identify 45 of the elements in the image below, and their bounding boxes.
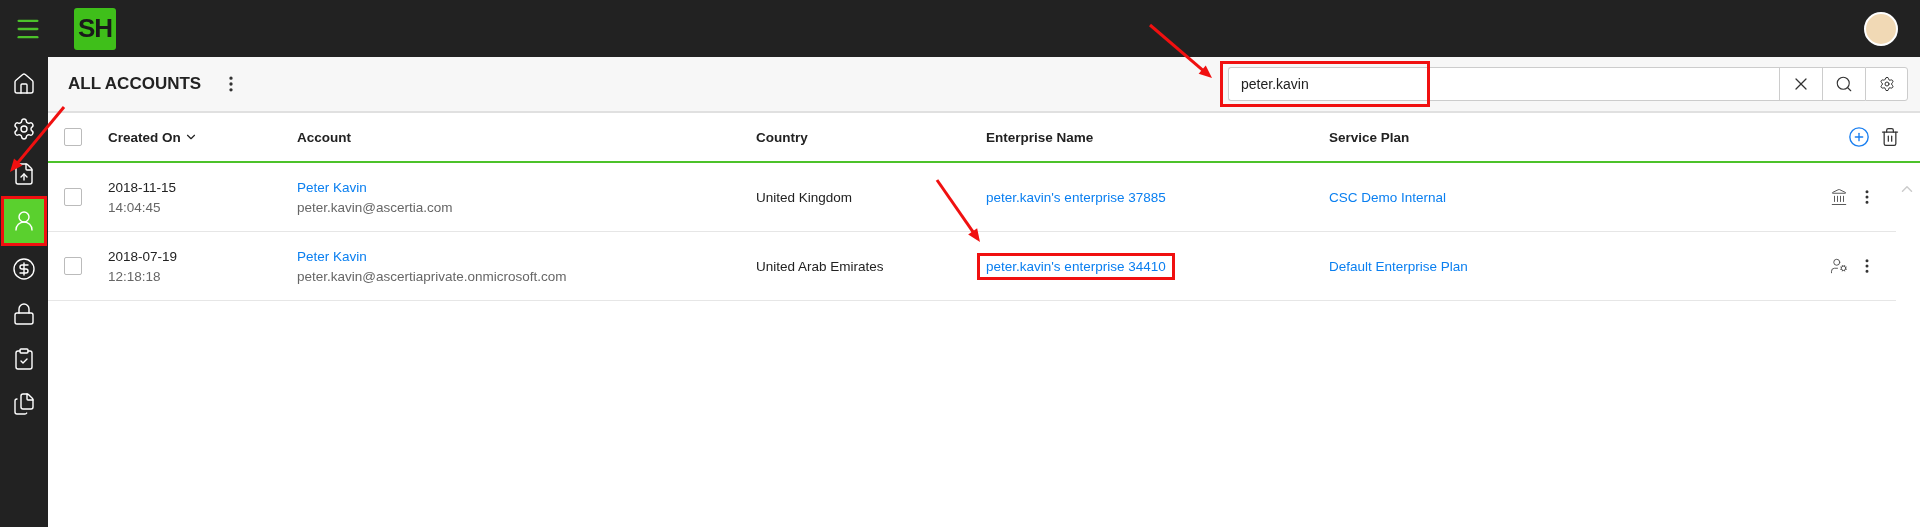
service-plan-link[interactable]: Default Enterprise Plan (1329, 258, 1806, 274)
annotation-arrow (935, 179, 980, 242)
country-text: United Arab Emirates (756, 258, 885, 274)
add-icon[interactable] (1848, 126, 1870, 148)
date-text: 2018-11-15 (108, 179, 178, 195)
checkbox[interactable] (64, 188, 82, 206)
search-button[interactable] (1822, 67, 1865, 101)
person-icon[interactable] (1830, 257, 1848, 275)
settings-icon (12, 116, 36, 141)
checkbox[interactable] (64, 257, 82, 275)
settings-button[interactable] (1865, 67, 1908, 101)
logo: SH (74, 7, 116, 50)
annotation-arrow (1149, 23, 1212, 78)
date-text: 2018-07-19 (108, 248, 179, 264)
upload-icon (12, 161, 36, 186)
account-link[interactable]: Peter Kavin (297, 248, 756, 264)
clipboard-check-icon (12, 346, 36, 371)
column-header[interactable]: Service Plan (1329, 129, 1830, 145)
email-text: peter.kavin@ascertia.com (297, 199, 454, 215)
column-header[interactable]: Enterprise Name (986, 129, 1329, 145)
bank-icon[interactable] (1830, 188, 1848, 206)
lock-icon (12, 301, 36, 326)
time-text: 14:04:45 (108, 199, 162, 215)
person-icon (12, 209, 36, 233)
column-header[interactable]: Country (756, 129, 986, 145)
search-icon (1835, 75, 1853, 93)
account-link[interactable]: Peter Kavin (297, 179, 756, 195)
country-text: United Kingdom (756, 189, 854, 205)
column-header[interactable]: Created On (108, 129, 297, 145)
time-text: 12:18:18 (108, 268, 162, 284)
document-icon (12, 391, 36, 416)
enterprise-link[interactable]: peter.kavin's enterprise 34410 (986, 258, 1166, 274)
checkbox[interactable] (64, 128, 82, 146)
dollar-icon (12, 256, 36, 281)
avatar[interactable] (1864, 11, 1898, 46)
search-input[interactable]: peter.kavin (1228, 67, 1779, 101)
email-text: peter.kavin@ascertiaprivate.onmicrosoft.com (297, 268, 568, 284)
annotation-arrow (10, 106, 66, 172)
home-icon (12, 71, 36, 96)
page-title: ALL ACCOUNTS (68, 74, 202, 94)
settings-icon (1878, 76, 1895, 92)
column-header[interactable]: Account (297, 129, 756, 145)
enterprise-link[interactable]: peter.kavin's enterprise 37885 (986, 189, 1166, 205)
trash-icon[interactable] (1880, 127, 1900, 147)
service-plan-link[interactable]: CSC Demo Internal (1329, 189, 1806, 205)
